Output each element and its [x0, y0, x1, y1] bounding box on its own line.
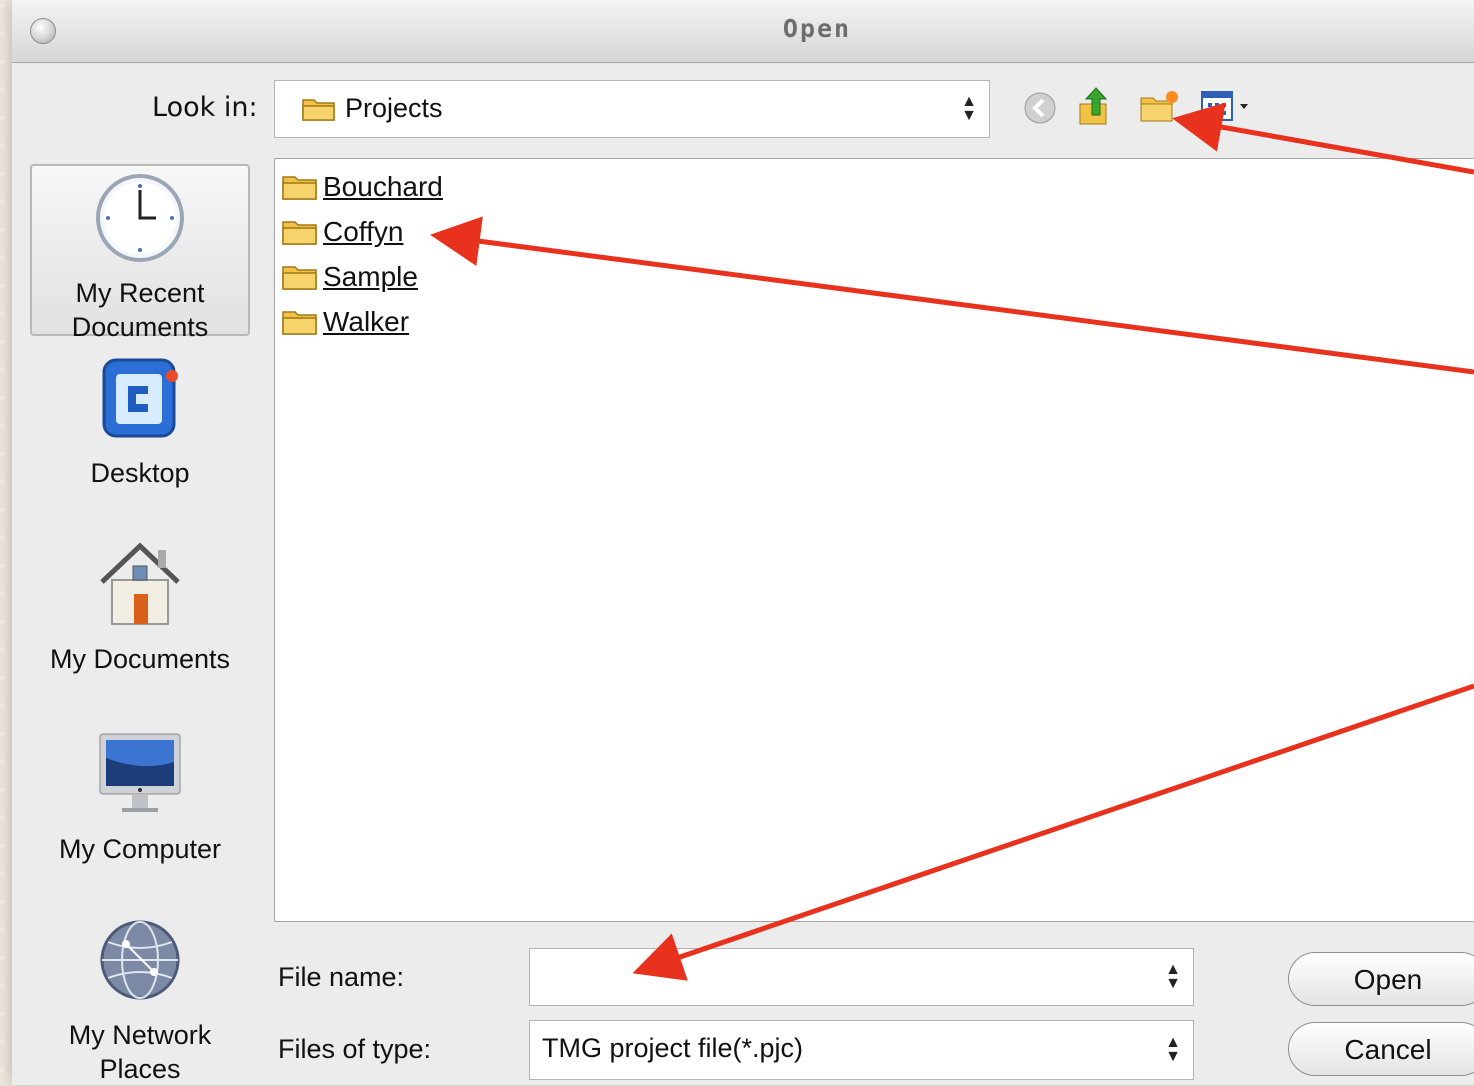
file-name-label: File name:	[278, 962, 405, 992]
back-icon[interactable]	[1020, 86, 1060, 130]
view-menu-icon[interactable]	[1198, 86, 1260, 130]
folder-icon	[282, 266, 317, 290]
clock-icon	[32, 172, 248, 272]
house-icon	[30, 538, 250, 638]
list-item-name: Walker	[323, 306, 410, 337]
place-my-computer[interactable]: My Computer	[30, 728, 250, 866]
look-in-value: Projects	[345, 93, 443, 123]
new-folder-icon[interactable]	[1138, 86, 1182, 130]
cancel-button[interactable]: Cancel	[1288, 1022, 1474, 1076]
place-label: My Network Places	[68, 1020, 212, 1084]
folder-icon	[282, 311, 317, 335]
folder-icon	[301, 95, 337, 130]
place-my-documents[interactable]: My Documents	[30, 538, 250, 676]
look-in-dropdown[interactable]: Projects ▲ ▼	[274, 80, 990, 138]
updown-arrows-icon: ▲ ▼	[961, 93, 977, 124]
list-item[interactable]: Coffyn	[281, 212, 403, 252]
open-button[interactable]: Open	[1288, 952, 1474, 1006]
look-in-label: Look in:	[152, 92, 258, 123]
title-bar: Open	[12, 0, 1474, 63]
window-title: Open	[782, 14, 852, 43]
updown-arrows-icon: ▲ ▼	[1165, 961, 1181, 992]
place-recent-documents[interactable]: My Recent Documents	[30, 164, 250, 342]
file-type-dropdown[interactable]: TMG project file(*.pjc) ▲ ▼	[529, 1020, 1194, 1080]
list-item-name: Bouchard	[323, 171, 443, 202]
folder-icon	[282, 176, 317, 200]
place-network-places[interactable]: My Network Places	[30, 914, 250, 1086]
place-label: My Computer	[58, 834, 222, 864]
open-dialog: Open Look in: Projects ▲ ▼ My Recent Doc…	[12, 0, 1474, 1085]
places-bar: My Recent Documents Desktop My Documents…	[12, 160, 262, 1084]
file-name-input[interactable]: ▲ ▼	[529, 948, 1194, 1006]
list-item-name: Coffyn	[323, 216, 404, 247]
file-list[interactable]: Bouchard Coffyn Sample Walker	[274, 158, 1474, 922]
place-label: My Recent Documents	[71, 278, 209, 342]
list-item[interactable]: Bouchard	[281, 167, 443, 207]
globe-icon	[30, 914, 250, 1014]
desktop-icon	[30, 352, 250, 452]
list-item[interactable]: Sample	[281, 257, 418, 297]
file-type-value: TMG project file(*.pjc)	[542, 1033, 804, 1063]
list-item-name: Sample	[323, 261, 418, 292]
file-type-label: Files of type:	[278, 1034, 432, 1064]
list-item[interactable]: Walker	[281, 302, 409, 342]
place-desktop[interactable]: Desktop	[30, 352, 250, 490]
up-folder-icon[interactable]	[1076, 86, 1116, 132]
place-label: My Documents	[49, 644, 231, 674]
place-label: Desktop	[90, 458, 190, 488]
computer-icon	[30, 728, 250, 828]
updown-arrows-icon: ▲ ▼	[1165, 1034, 1181, 1065]
folder-icon	[282, 221, 317, 245]
